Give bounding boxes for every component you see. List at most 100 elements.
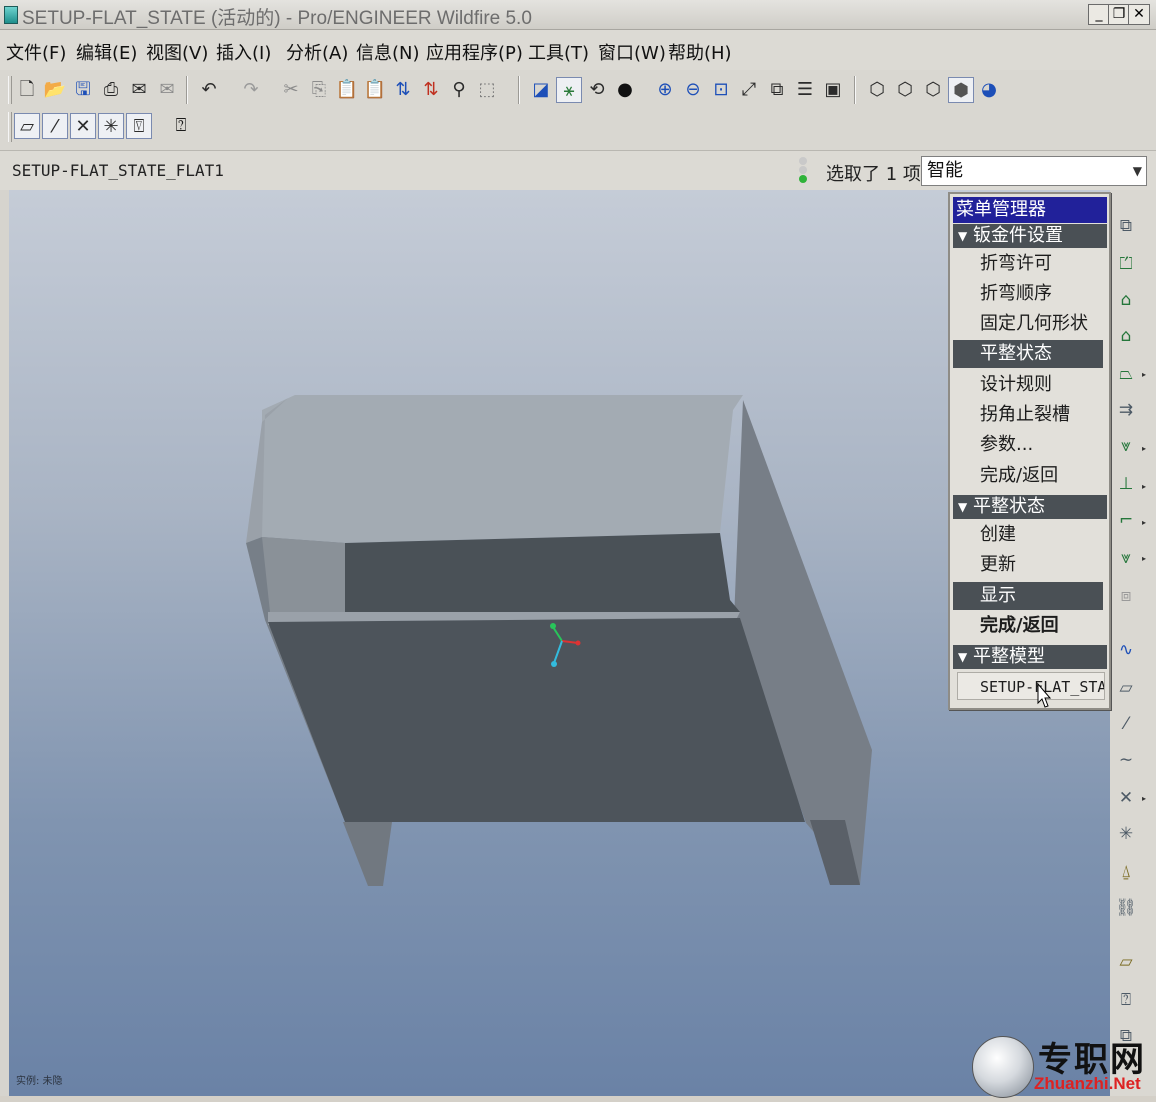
menu-analysis[interactable]: 分析(A) xyxy=(286,39,348,65)
menu-item-create[interactable]: 创建 xyxy=(953,521,1103,549)
view-manager-icon[interactable]: ▣ xyxy=(820,77,846,103)
spin-center-icon[interactable]: ⚹ xyxy=(556,77,582,103)
section-header-flat-state[interactable]: ▼ 平整状态 xyxy=(953,495,1107,519)
menu-view[interactable]: 视图(V) xyxy=(146,39,208,65)
menu-item-update[interactable]: 更新 xyxy=(953,551,1103,579)
datum-axes-icon[interactable]: ⁄ xyxy=(42,113,68,139)
chevron-right-icon[interactable]: ▸ xyxy=(1142,518,1146,527)
appearance-icon[interactable]: ● xyxy=(612,77,638,103)
datum-points-icon[interactable]: ✕ xyxy=(70,113,96,139)
coordinate-systems-icon[interactable]: ✳ xyxy=(98,113,124,139)
chevron-right-icon[interactable]: ▸ xyxy=(1142,370,1146,379)
graphics-viewport[interactable]: 实例: 未隐 xyxy=(9,190,1110,1096)
analysis-icon[interactable]: ⍙ xyxy=(1114,860,1138,884)
chevron-right-icon[interactable]: ▸ xyxy=(1142,554,1146,563)
csys-icon[interactable]: ✳ xyxy=(1114,822,1138,846)
chevron-down-icon[interactable]: ▼ xyxy=(1133,157,1142,185)
selection-filter-dropdown[interactable]: 智能 ▼ xyxy=(921,156,1147,186)
plane-icon[interactable]: ▱ xyxy=(1114,676,1138,700)
menu-item-corner-relief[interactable]: 拐角止裂槽 xyxy=(953,401,1103,429)
curve-icon[interactable]: ∼ xyxy=(1114,748,1138,772)
section-header-sheetmetal-setup[interactable]: ▼ 钣金件设置 xyxy=(953,224,1107,248)
regenerate-icon[interactable]: ⇅ xyxy=(390,77,416,103)
menu-item-done-return[interactable]: 完成/返回 xyxy=(953,612,1103,640)
flat-wall-icon[interactable]: ⏍ xyxy=(1114,252,1138,276)
cut-icon[interactable]: ✂ xyxy=(278,77,304,103)
save-icon[interactable]: 🖫 xyxy=(70,77,96,103)
layers-icon[interactable]: ☰ xyxy=(792,77,818,103)
context-help-icon[interactable]: ⍰ xyxy=(168,113,194,139)
view-icon[interactable]: ⍰ xyxy=(1114,988,1138,1012)
flat-pattern-icon[interactable]: ⩔ xyxy=(1114,546,1138,570)
paste-special-icon[interactable]: 📋 xyxy=(362,77,388,103)
wireframe-icon[interactable]: ⬡ xyxy=(864,77,890,103)
paste-icon[interactable]: 📋 xyxy=(334,77,360,103)
edit-icon[interactable]: ▱ xyxy=(1114,950,1138,974)
bend-icon[interactable]: ⌐ xyxy=(1114,508,1138,532)
print-icon[interactable]: ⎙ xyxy=(98,77,124,103)
chevron-right-icon[interactable]: ▸ xyxy=(1142,482,1146,491)
hidden-line-icon[interactable]: ⬡ xyxy=(892,77,918,103)
menu-item-design-rules[interactable]: 设计规则 xyxy=(953,371,1103,399)
chevron-right-icon[interactable]: ▸ xyxy=(1142,794,1146,803)
copy-icon[interactable]: ⎘ xyxy=(306,77,332,103)
orient-mode-icon[interactable]: ⟲ xyxy=(584,77,610,103)
zoom-in-icon[interactable]: ⊕ xyxy=(652,77,678,103)
open-icon[interactable]: 📂 xyxy=(42,77,68,103)
menu-item-fixed-geometry[interactable]: 固定几何形状 xyxy=(953,310,1103,338)
minimize-button[interactable]: _ xyxy=(1088,4,1110,25)
repaint-icon[interactable]: ◪ xyxy=(528,77,554,103)
no-hidden-icon[interactable]: ⬡ xyxy=(920,77,946,103)
menu-help[interactable]: 帮助(H) xyxy=(668,39,732,65)
shading-icon[interactable]: ⬢ xyxy=(948,77,974,103)
form-icon[interactable]: ⧈ xyxy=(1114,584,1138,608)
find-icon[interactable]: ⚲ xyxy=(446,77,472,103)
menu-insert[interactable]: 插入(I) xyxy=(216,39,271,65)
bend-back-icon[interactable]: ⊥ xyxy=(1114,472,1138,496)
datum-feature-icon[interactable]: ⛓ xyxy=(1114,896,1138,920)
display-style-icon[interactable]: ◕ xyxy=(976,77,1002,103)
menu-edit[interactable]: 编辑(E) xyxy=(76,39,137,65)
refit-icon[interactable]: ⊡ xyxy=(708,77,734,103)
menu-item-bend-allowance[interactable]: 折弯许可 xyxy=(953,250,1103,278)
chevron-right-icon[interactable]: ▸ xyxy=(1142,444,1146,453)
point-icon[interactable]: ✕ xyxy=(1114,786,1138,810)
reorient-icon[interactable]: ⤢ xyxy=(736,77,762,103)
menu-applications[interactable]: 应用程序(P) xyxy=(426,39,523,65)
redo-icon[interactable]: ↷ xyxy=(238,77,264,103)
regen-manager-icon[interactable]: ⇅ xyxy=(418,77,444,103)
saved-views-icon[interactable]: ⧉ xyxy=(764,77,790,103)
restore-button[interactable]: ❐ xyxy=(1108,4,1130,25)
menu-file[interactable]: 文件(F) xyxy=(6,39,66,65)
menu-info[interactable]: 信息(N) xyxy=(356,39,420,65)
unattached-wall-icon[interactable]: ⌂ xyxy=(1114,324,1138,348)
sketch-icon[interactable]: ∿ xyxy=(1114,638,1138,662)
email-link-icon[interactable]: ✉ xyxy=(154,77,180,103)
menu-item-flat-state[interactable]: 平整状态 xyxy=(953,340,1103,368)
sheetmetal-convert-icon[interactable]: ⧉ xyxy=(1114,214,1138,238)
menu-window[interactable]: 窗口(W) xyxy=(598,39,666,65)
flange-wall-icon[interactable]: ⌂ xyxy=(1114,288,1138,312)
unbend-icon[interactable]: ⩔ xyxy=(1114,434,1138,458)
undo-icon[interactable]: ↶ xyxy=(196,77,222,103)
menu-item-flat-model-instance[interactable]: SETUP-FLAT_STATE xyxy=(957,672,1105,700)
zoom-out-icon[interactable]: ⊖ xyxy=(680,77,706,103)
menu-item-done-return[interactable]: 完成/返回 xyxy=(953,462,1103,490)
menu-item-parameters[interactable]: 参数... xyxy=(953,431,1103,459)
rip-icon[interactable]: ⇉ xyxy=(1114,398,1138,422)
left-panel-strip[interactable] xyxy=(0,190,9,1096)
extend-icon[interactable]: ⏢ xyxy=(1114,362,1138,386)
new-icon[interactable]: 🗋 xyxy=(14,77,40,103)
menu-item-show[interactable]: 显示 xyxy=(953,582,1103,610)
toolbar-grip[interactable] xyxy=(8,112,12,142)
menu-tools[interactable]: 工具(T) xyxy=(528,39,589,65)
email-icon[interactable]: ✉ xyxy=(126,77,152,103)
toolbar-grip[interactable] xyxy=(8,76,12,104)
section-header-flat-model[interactable]: ▼ 平整模型 xyxy=(953,645,1107,669)
menu-item-bend-order[interactable]: 折弯顺序 xyxy=(953,280,1103,308)
axis-icon[interactable]: ⁄ xyxy=(1114,712,1138,736)
annotations-icon[interactable]: ⍔ xyxy=(126,113,152,139)
select-box-icon[interactable]: ⬚ xyxy=(474,77,500,103)
close-button[interactable]: ✕ xyxy=(1128,4,1150,25)
datum-planes-icon[interactable]: ▱ xyxy=(14,113,40,139)
